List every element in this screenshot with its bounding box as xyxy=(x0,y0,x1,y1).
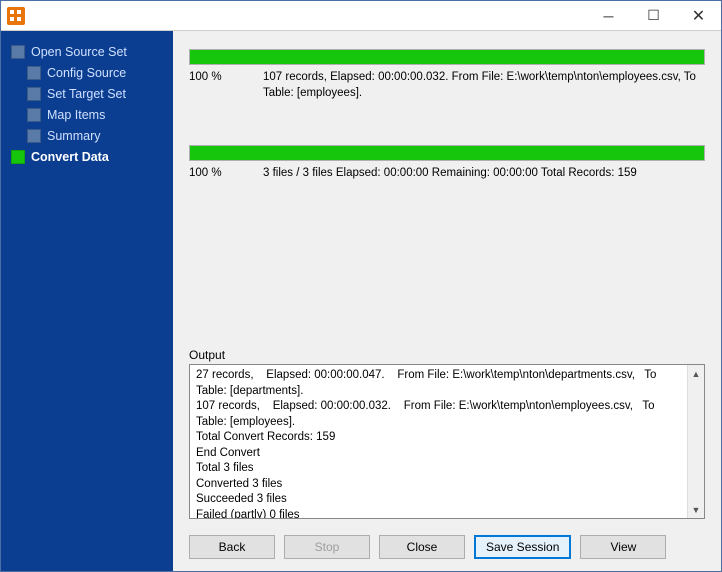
minimize-button[interactable]: ─ xyxy=(586,1,631,31)
step-icon xyxy=(11,45,25,59)
app-icon xyxy=(7,7,25,25)
sidebar-item-label: Convert Data xyxy=(31,150,109,164)
sidebar-item-convert-data[interactable]: Convert Data xyxy=(7,150,167,164)
file-progress-percent: 100 % xyxy=(189,70,249,101)
view-button[interactable]: View xyxy=(580,535,666,559)
file-progress-row: 100 % 107 records, Elapsed: 00:00:00.032… xyxy=(189,65,705,101)
titlebar: ─ ☐ ✕ xyxy=(1,1,721,31)
output-box: 27 records, Elapsed: 00:00:00.047. From … xyxy=(189,364,705,519)
step-icon xyxy=(27,108,41,122)
step-icon xyxy=(27,129,41,143)
body: Open Source Set Config Source Set Target… xyxy=(1,31,721,571)
close-button[interactable]: Close xyxy=(379,535,465,559)
overall-progress-details: 3 files / 3 files Elapsed: 00:00:00 Rema… xyxy=(263,166,705,182)
sidebar-item-set-target-set[interactable]: Set Target Set xyxy=(7,87,167,101)
close-window-button[interactable]: ✕ xyxy=(676,1,721,31)
overall-progress-row: 100 % 3 files / 3 files Elapsed: 00:00:0… xyxy=(189,161,705,182)
save-session-button[interactable]: Save Session xyxy=(474,535,571,559)
button-row: Back Stop Close Save Session View xyxy=(173,529,721,571)
stop-button[interactable]: Stop xyxy=(284,535,370,559)
main-panel: 100 % 107 records, Elapsed: 00:00:00.032… xyxy=(173,31,721,571)
back-button[interactable]: Back xyxy=(189,535,275,559)
step-icon xyxy=(27,87,41,101)
scroll-up-icon[interactable]: ▲ xyxy=(688,365,704,382)
app-window: ─ ☐ ✕ Open Source Set Config Source Set … xyxy=(0,0,722,572)
maximize-button[interactable]: ☐ xyxy=(631,1,676,31)
sidebar-item-map-items[interactable]: Map Items xyxy=(7,108,167,122)
sidebar-item-summary[interactable]: Summary xyxy=(7,129,167,143)
file-progress-bar xyxy=(189,49,705,65)
step-icon xyxy=(11,150,25,164)
output-text[interactable]: 27 records, Elapsed: 00:00:00.047. From … xyxy=(190,365,704,519)
sidebar-item-config-source[interactable]: Config Source xyxy=(7,66,167,80)
output-label: Output xyxy=(173,348,721,364)
sidebar-item-label: Open Source Set xyxy=(31,45,127,59)
overall-progress-bar xyxy=(189,145,705,161)
sidebar-item-open-source-set[interactable]: Open Source Set xyxy=(7,45,167,59)
overall-progress-percent: 100 % xyxy=(189,166,249,182)
progress-area: 100 % 107 records, Elapsed: 00:00:00.032… xyxy=(173,31,721,190)
step-icon xyxy=(27,66,41,80)
file-progress-details: 107 records, Elapsed: 00:00:00.032. From… xyxy=(263,70,705,101)
sidebar-item-label: Map Items xyxy=(47,108,105,122)
scrollbar[interactable]: ▲ ▼ xyxy=(687,365,704,518)
sidebar-item-label: Summary xyxy=(47,129,100,143)
sidebar-item-label: Config Source xyxy=(47,66,126,80)
sidebar-item-label: Set Target Set xyxy=(47,87,126,101)
wizard-sidebar: Open Source Set Config Source Set Target… xyxy=(1,31,173,571)
scroll-down-icon[interactable]: ▼ xyxy=(688,501,704,518)
